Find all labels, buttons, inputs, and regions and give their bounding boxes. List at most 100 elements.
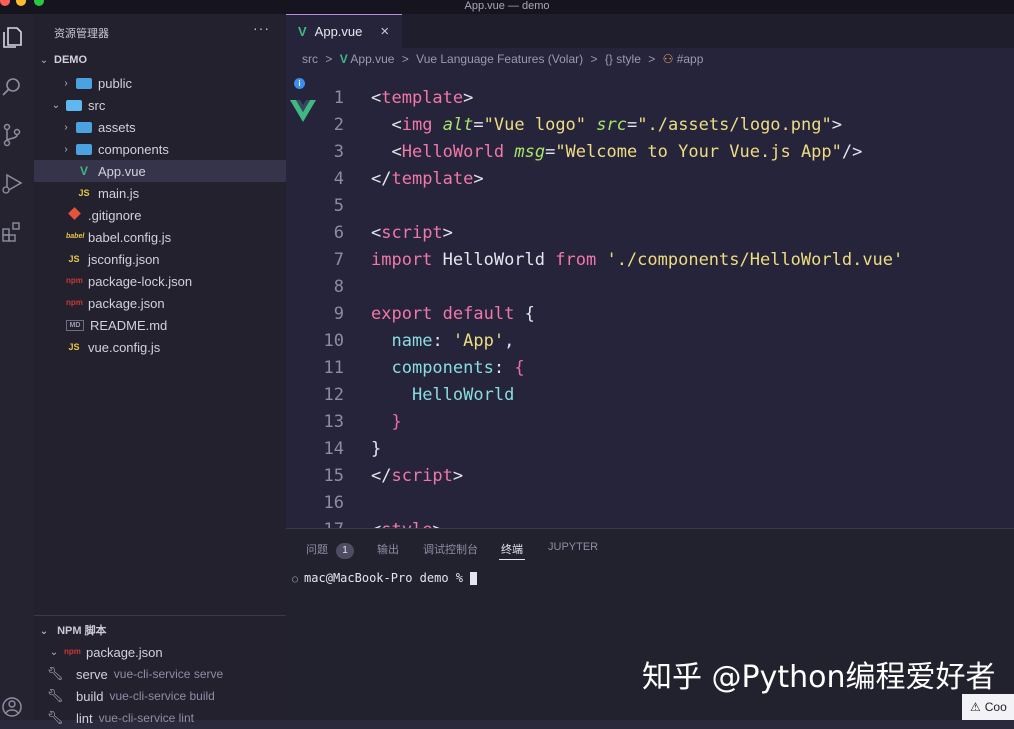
chevron-right-icon: › xyxy=(64,143,68,155)
line-number: 13 xyxy=(323,412,344,432)
close-icon[interactable]: × xyxy=(380,23,389,40)
tree-root-demo[interactable]: ⌄ DEMO xyxy=(34,49,286,71)
vue-icon: V xyxy=(298,24,307,39)
npm-scripts-header[interactable]: ⌄ NPM 脚本 xyxy=(34,622,286,638)
tab-terminal[interactable]: 终端 xyxy=(501,541,523,557)
breadcrumb-feature[interactable]: Vue Language Features (Volar) xyxy=(416,52,583,66)
tree-item-public[interactable]: › public xyxy=(34,72,286,94)
explorer-title: 资源管理器 xyxy=(54,28,109,40)
npm-script-serve[interactable]: 🔧︎ serve vue-cli-service serve xyxy=(34,663,286,685)
tree-item-label: .gitignore xyxy=(88,207,142,223)
code-token: </ xyxy=(371,169,392,189)
terminal[interactable]: ○ mac@MacBook-Pro demo % xyxy=(292,571,478,585)
code-line[interactable]: 6 <script> xyxy=(286,220,1014,247)
code-line[interactable]: 9 export default { xyxy=(286,301,1014,328)
npm-script-build[interactable]: 🔧︎ build vue-cli-service build xyxy=(34,685,286,707)
npm-script-name: serve xyxy=(76,666,108,682)
code-line[interactable]: 16 xyxy=(286,490,1014,517)
tree-item-jsconfig[interactable]: JS jsconfig.json xyxy=(34,248,286,270)
tree-item-label: components xyxy=(98,141,169,157)
tree-item-components[interactable]: › components xyxy=(34,138,286,160)
account-icon[interactable] xyxy=(0,694,24,720)
code-line[interactable]: 3 <HelloWorld msg="Welcome to Your Vue.j… xyxy=(286,139,1014,166)
code-token: } xyxy=(391,412,402,432)
json-icon: JS xyxy=(68,254,80,264)
breadcrumb-app[interactable]: #app xyxy=(677,52,704,66)
extensions-icon[interactable] xyxy=(0,218,24,244)
tree-item-vue-config[interactable]: JS vue.config.js xyxy=(34,336,286,358)
code-line[interactable]: 1 <template> xyxy=(286,85,1014,112)
code-token: default xyxy=(442,304,515,324)
code-token: style xyxy=(381,520,432,528)
tree-item-babel-config[interactable]: babel babel.config.js xyxy=(34,226,286,248)
line-number: 16 xyxy=(323,493,344,513)
code-token: < xyxy=(391,142,402,162)
code-token: , xyxy=(504,331,515,351)
code-token: HelloWorld xyxy=(411,385,515,405)
code-line[interactable]: 17 <style> xyxy=(286,517,1014,528)
line-number: 15 xyxy=(323,466,344,486)
code-text: import HelloWorld from './components/Hel… xyxy=(371,247,903,274)
code-token: "Welcome to Your Vue.js App" xyxy=(555,142,842,162)
code-text: <script> xyxy=(371,220,453,247)
code-line[interactable]: 2 <img alt="Vue logo" src="./assets/logo… xyxy=(286,112,1014,139)
tab-problems[interactable]: 问题 1 xyxy=(306,541,354,559)
code-line[interactable]: 13 } xyxy=(286,409,1014,436)
breadcrumb-file[interactable]: App.vue xyxy=(350,52,394,66)
js-icon: JS xyxy=(78,188,90,198)
breadcrumb-style[interactable]: {} style xyxy=(605,52,641,66)
npm-script-command: vue-cli-service lint xyxy=(98,711,194,725)
tree-item-assets[interactable]: › assets xyxy=(34,116,286,138)
tab-app-vue[interactable]: V App.vue × xyxy=(286,14,402,48)
line-number: 12 xyxy=(323,385,344,405)
code-text: } xyxy=(371,436,381,463)
code-line[interactable]: 4 </template> xyxy=(286,166,1014,193)
tree-item-app-vue[interactable]: V App.vue xyxy=(34,160,286,182)
code-text: HelloWorld xyxy=(371,382,514,409)
search-icon[interactable] xyxy=(0,74,24,100)
chevron-down-icon: ⌄ xyxy=(51,99,61,111)
code-line[interactable]: 12 HelloWorld xyxy=(286,382,1014,409)
code-line[interactable]: 7 import HelloWorld from './components/He… xyxy=(286,247,1014,274)
breadcrumb-src[interactable]: src xyxy=(302,52,318,66)
tree-item-label: jsconfig.json xyxy=(88,251,160,267)
npm-script-lint[interactable]: 🔧︎ lint vue-cli-service lint xyxy=(34,707,286,729)
tree-item-gitignore[interactable]: .gitignore xyxy=(34,204,286,226)
tree-item-package-lock[interactable]: npm package-lock.json xyxy=(34,270,286,292)
explorer-icon[interactable] xyxy=(0,24,24,50)
chevron-down-icon: ⌄ xyxy=(39,54,49,66)
tree-item-readme[interactable]: MD README.md xyxy=(34,314,286,336)
code-text: components: { xyxy=(371,355,524,382)
code-editor[interactable]: V App.vue × src > V App.vue > Vue Langua… xyxy=(286,14,1014,528)
folder-icon xyxy=(76,77,92,89)
npm-package-json[interactable]: ⌄ npm package.json xyxy=(34,641,286,663)
code-line[interactable]: 8 xyxy=(286,274,1014,301)
tree-item-label: src xyxy=(88,97,106,113)
code-line[interactable]: 10 name: 'App', xyxy=(286,328,1014,355)
tree-item-package-json[interactable]: npm package.json xyxy=(34,292,286,314)
code-token: = xyxy=(473,115,484,135)
code-line[interactable]: 15 </script> xyxy=(286,463,1014,490)
tab-debug-console[interactable]: 调试控制台 xyxy=(423,541,478,557)
code-line[interactable]: 14} xyxy=(286,436,1014,463)
code-token: > xyxy=(452,466,464,486)
js-icon: JS xyxy=(68,342,80,352)
tab-jupyter[interactable]: JUPYTER xyxy=(548,541,598,553)
source-control-icon[interactable] xyxy=(0,122,24,148)
tab-output[interactable]: 输出 xyxy=(377,541,399,557)
run-debug-icon[interactable] xyxy=(0,170,24,196)
tree-item-label: App.vue xyxy=(98,163,146,179)
tree-item-main-js[interactable]: JS main.js xyxy=(34,182,286,204)
folder-open-icon xyxy=(66,99,82,111)
code-line[interactable]: 5 xyxy=(286,193,1014,220)
code-token: > xyxy=(442,223,453,243)
notification-toast[interactable]: ⚠ Coo xyxy=(962,694,1014,720)
code-line[interactable]: 11 components: { xyxy=(286,355,1014,382)
tree-item-src[interactable]: ⌄ src xyxy=(34,94,286,116)
more-actions-icon[interactable]: ··· xyxy=(253,20,270,36)
code-token: template xyxy=(391,169,474,189)
line-number: 6 xyxy=(333,223,344,243)
code-token: } xyxy=(371,439,382,459)
